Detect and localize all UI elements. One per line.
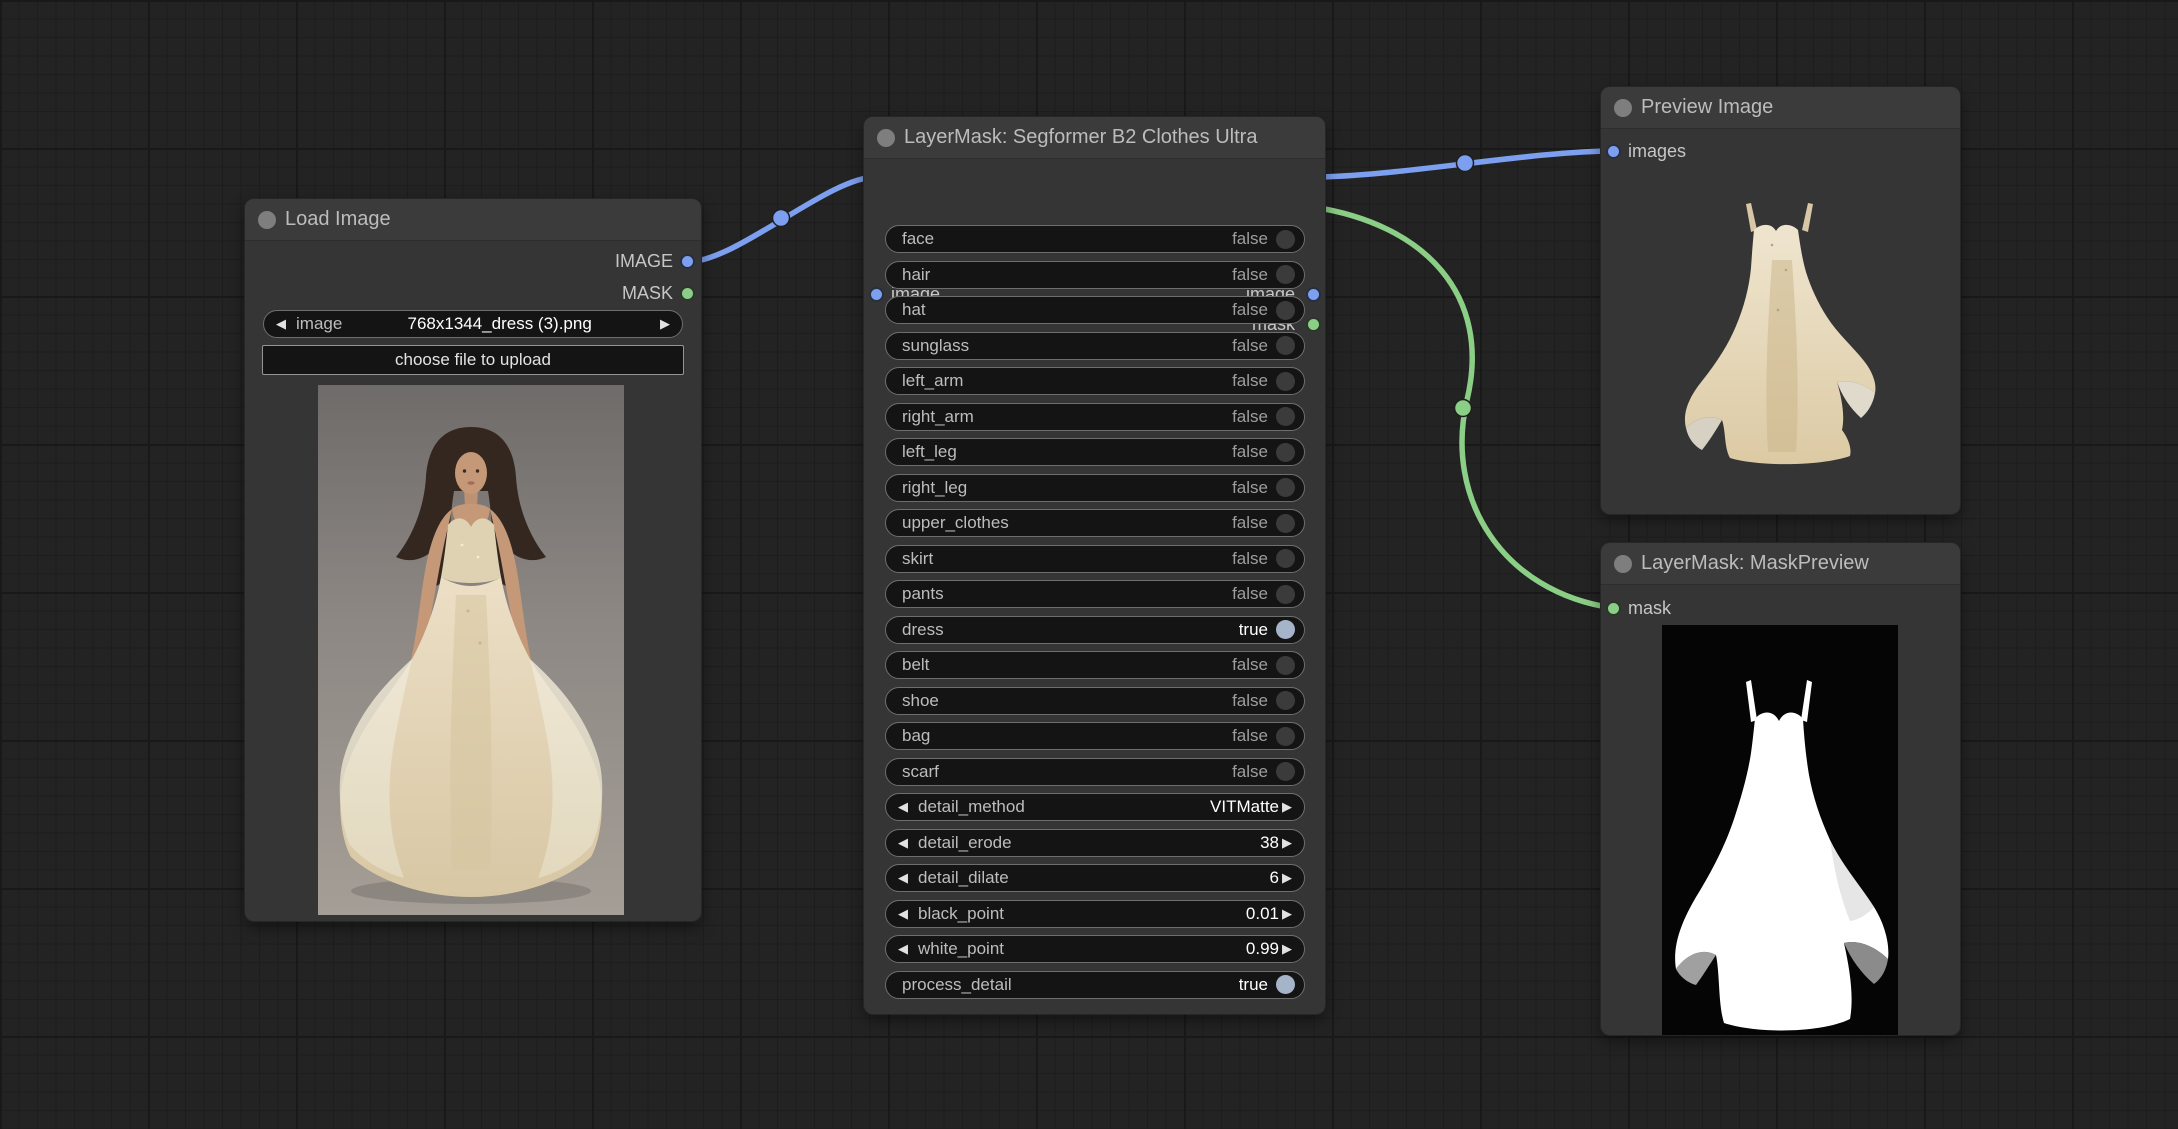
output-port-mask[interactable] [1305, 316, 1321, 332]
right-arrow-icon[interactable]: ▶ [1279, 835, 1295, 851]
widget-bag[interactable]: bag false [885, 722, 1305, 750]
node-preview-image[interactable]: Preview Image images [1601, 87, 1960, 514]
choose-file-button[interactable]: choose file to upload [262, 345, 684, 375]
toggle-knob[interactable] [1276, 655, 1295, 675]
output-label-mask: MASK [621, 283, 673, 303]
link-dot-image2 [1455, 153, 1475, 173]
output-port-mask[interactable] [680, 285, 695, 301]
widget-detail-dilate[interactable]: ◀ detail_dilate 6 ▶ [885, 864, 1305, 892]
toggle-knob[interactable] [1276, 229, 1295, 249]
segformer-widgets: face false hair false hat false sunglass fal… [885, 225, 1305, 999]
link-dot-image1 [771, 208, 791, 228]
toggle-knob[interactable] [1276, 691, 1295, 710]
toggle-knob[interactable] [1276, 762, 1295, 781]
widget-hair[interactable]: hair false [885, 260, 1305, 289]
widget-hat[interactable]: hat false [885, 296, 1305, 324]
left-arrow-icon[interactable]: ◀ [895, 835, 911, 851]
toggle-knob[interactable] [1276, 336, 1295, 355]
node-status-dot [258, 211, 276, 229]
toggle-knob[interactable] [1276, 300, 1295, 320]
widget-upper-clothes[interactable]: upper_clothes false [885, 509, 1305, 537]
widget-process-detail[interactable]: process_detail true [885, 970, 1305, 999]
output-port-image[interactable] [1305, 286, 1321, 302]
right-arrow-icon[interactable]: ▶ [1279, 906, 1295, 922]
toggle-knob[interactable] [1276, 549, 1295, 568]
combo-value: 768x1344_dress (3).png [407, 314, 592, 333]
toggle-knob[interactable] [1276, 407, 1295, 426]
node-graph-canvas[interactable]: Load Image IMAGE MASK ◀ image 768x1344_d… [0, 0, 2178, 1129]
toggle-knob[interactable] [1276, 584, 1295, 604]
output-label-image: IMAGE [614, 251, 673, 271]
widget-left-arm[interactable]: left_arm false [885, 367, 1305, 395]
toggle-knob[interactable] [1276, 975, 1295, 994]
node-title: Load Image [285, 208, 391, 230]
widget-face[interactable]: face false [885, 225, 1305, 253]
widget-shoe[interactable]: shoe false [885, 686, 1305, 715]
node-title: Preview Image [1641, 96, 1774, 118]
toggle-knob[interactable] [1276, 478, 1295, 497]
input-label-mask: mask [1628, 598, 1672, 618]
input-label-images: images [1628, 141, 1687, 161]
left-arrow-icon[interactable]: ◀ [895, 870, 911, 886]
mask-image-preview [1662, 625, 1898, 1035]
combo-left-arrow-icon[interactable]: ◀ [273, 316, 289, 332]
widget-belt[interactable]: belt false [885, 651, 1305, 679]
widget-scarf[interactable]: scarf false [885, 757, 1305, 786]
segmented-dress-preview [1684, 203, 1876, 465]
node-status-dot [877, 129, 895, 147]
widget-right-arm[interactable]: right_arm false [885, 402, 1305, 431]
combo-label: image [296, 314, 343, 333]
right-arrow-icon[interactable]: ▶ [1279, 870, 1295, 886]
link-dot-mask [1453, 398, 1473, 418]
image-file-combo[interactable]: ◀ image 768x1344_dress (3).png ▶ [263, 310, 683, 338]
choose-file-label: choose file to upload [395, 350, 551, 369]
toggle-knob[interactable] [1276, 265, 1295, 284]
node-title: LayerMask: MaskPreview [1641, 552, 1869, 574]
right-arrow-icon[interactable]: ▶ [1279, 799, 1295, 815]
toggle-knob[interactable] [1276, 726, 1295, 746]
toggle-knob[interactable] [1276, 371, 1295, 391]
widget-right-leg[interactable]: right_leg false [885, 473, 1305, 502]
combo-right-arrow-icon[interactable]: ▶ [657, 316, 673, 332]
node-title: LayerMask: Segformer B2 Clothes Ultra [904, 126, 1258, 148]
node-status-dot [1614, 99, 1632, 117]
left-arrow-icon[interactable]: ◀ [895, 941, 911, 957]
node-mask-preview[interactable]: LayerMask: MaskPreview mask [1601, 543, 1960, 1035]
widget-dress[interactable]: dress true [885, 615, 1305, 644]
node-segformer[interactable]: LayerMask: Segformer B2 Clothes Ultra im… [864, 117, 1325, 1014]
widget-detail-erode[interactable]: ◀ detail_erode 38 ▶ [885, 828, 1305, 857]
input-port-images[interactable] [1605, 143, 1621, 159]
widget-white-point[interactable]: ◀ white_point 0.99 ▶ [885, 935, 1305, 963]
toggle-knob[interactable] [1276, 513, 1295, 533]
widget-left-leg[interactable]: left_leg false [885, 438, 1305, 466]
left-arrow-icon[interactable]: ◀ [895, 906, 911, 922]
left-arrow-icon[interactable]: ◀ [895, 799, 911, 815]
input-port-mask[interactable] [1605, 600, 1621, 616]
widget-detail-method[interactable]: ◀ detail_method VITMatte ▶ [885, 793, 1305, 821]
toggle-knob[interactable] [1276, 620, 1295, 639]
loaded-image-preview [318, 385, 624, 915]
node-status-dot [1614, 555, 1632, 573]
input-port-image[interactable] [868, 286, 884, 302]
node-load-image[interactable]: Load Image IMAGE MASK ◀ image 768x1344_d… [245, 199, 701, 921]
widget-pants[interactable]: pants false [885, 580, 1305, 608]
right-arrow-icon[interactable]: ▶ [1279, 941, 1295, 957]
output-port-image[interactable] [680, 254, 695, 269]
widget-black-point[interactable]: ◀ black_point 0.01 ▶ [885, 899, 1305, 928]
widget-skirt[interactable]: skirt false [885, 544, 1305, 573]
widget-sunglass[interactable]: sunglass false [885, 331, 1305, 360]
toggle-knob[interactable] [1276, 442, 1295, 462]
